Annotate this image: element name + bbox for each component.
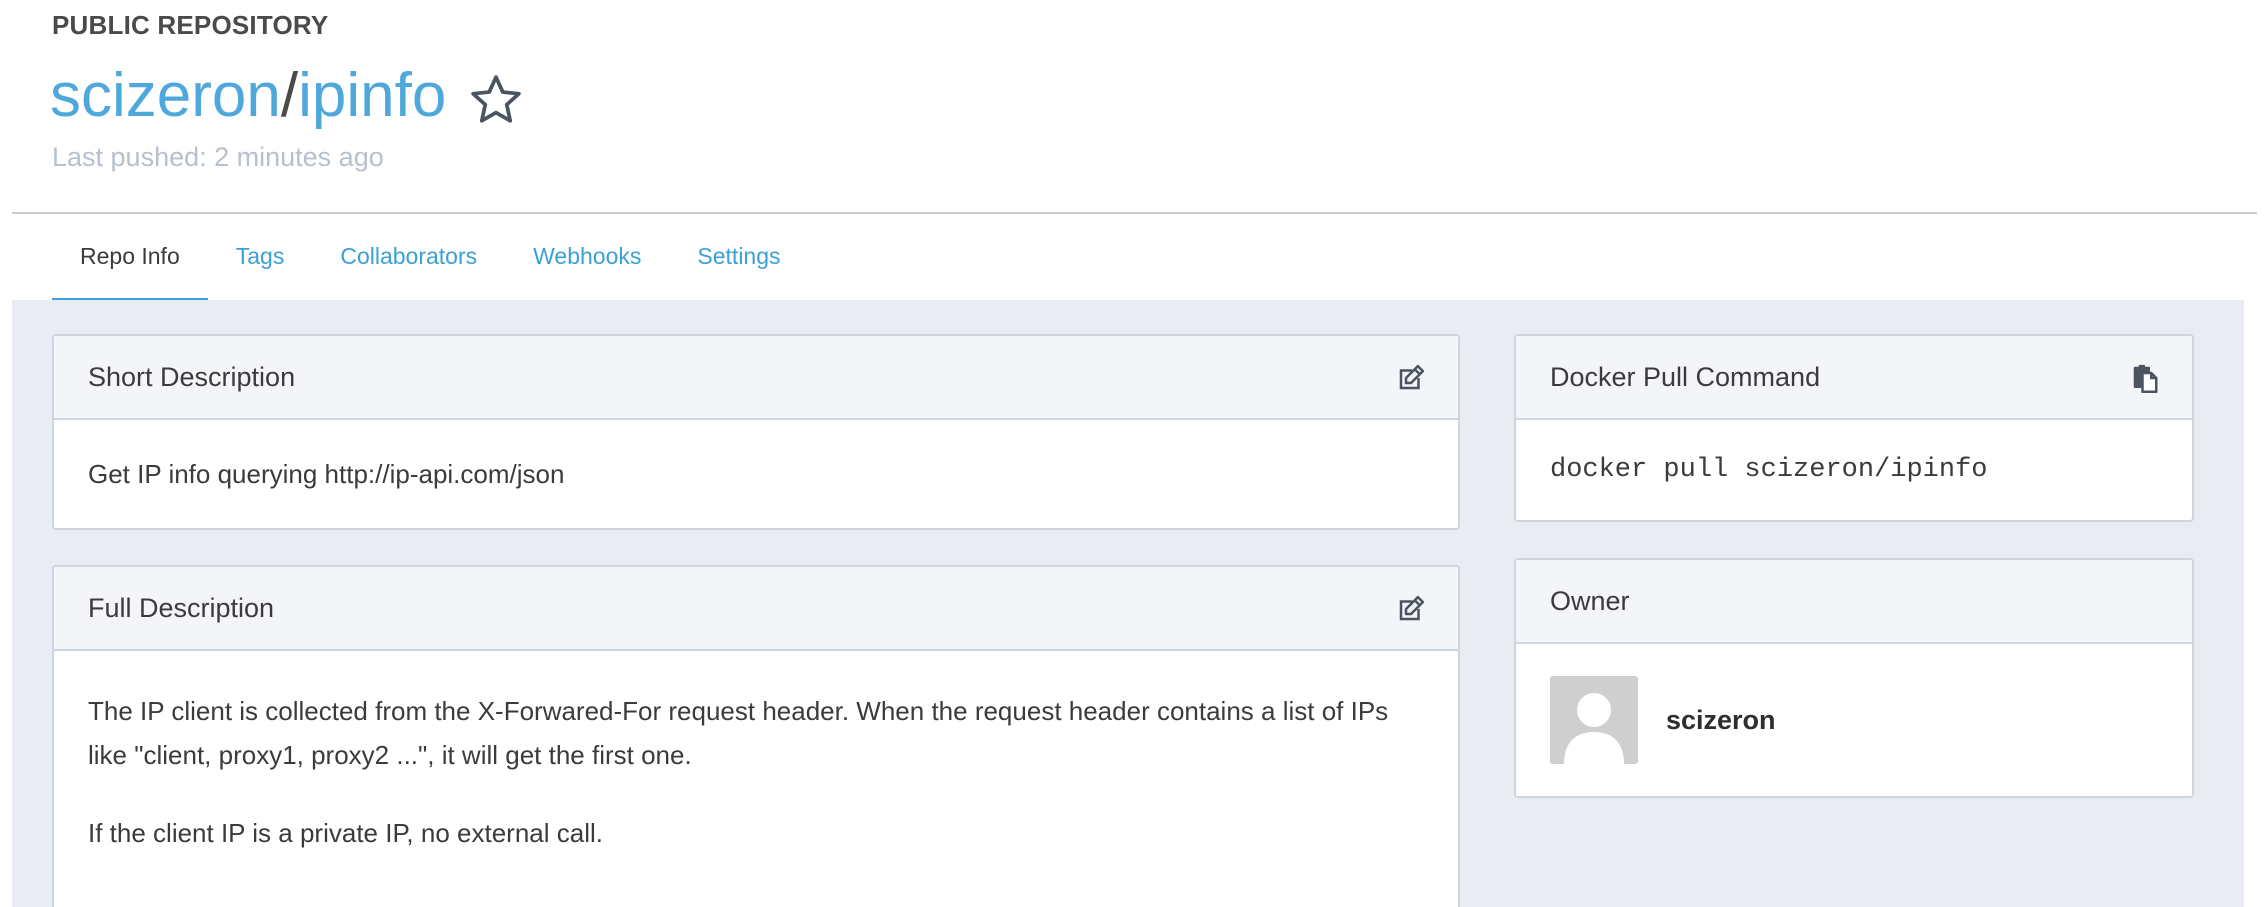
full-description-paragraph: The IP client is collected from the X-Fo…: [88, 696, 1389, 770]
tab-collaborators[interactable]: Collaborators: [312, 214, 505, 298]
docker-pull-command-header: Docker Pull Command: [1516, 336, 2192, 420]
full-description-header: Full Description: [54, 567, 1458, 651]
edit-icon[interactable]: [1396, 363, 1426, 393]
short-description-title: Short Description: [88, 362, 296, 392]
owner-name-link[interactable]: scizeron: [1666, 705, 1776, 736]
tab-webhooks[interactable]: Webhooks: [505, 214, 669, 298]
repo-header: PUBLIC REPOSITORY scizeron / ipinfo Last p…: [12, 0, 2257, 214]
clipboard-icon[interactable]: [2130, 363, 2160, 393]
full-description-panel: Full Description The IP client is collec…: [52, 565, 1460, 907]
owner-panel: Owner scizeron: [1514, 558, 2194, 798]
repo-title-separator: /: [280, 61, 299, 130]
full-description-paragraph: If the client IP is a private IP, no ext…: [88, 818, 603, 848]
short-description-panel: Short Description Get IP info querying h…: [52, 334, 1460, 530]
docker-pull-command-panel: Docker Pull Command docker pull scizeron…: [1514, 334, 2194, 522]
avatar[interactable]: [1550, 676, 1638, 764]
full-description-body: The IP client is collected from the X-Fo…: [54, 651, 1458, 855]
repo-info-content: Short Description Get IP info querying h…: [12, 300, 2244, 907]
owner-title: Owner: [1550, 586, 1630, 616]
repo-tabs: Repo Info Tags Collaborators Webhooks Se…: [52, 214, 809, 301]
owner-header: Owner: [1516, 560, 2192, 644]
repo-visibility-label: PUBLIC REPOSITORY: [52, 10, 329, 40]
repo-title: scizeron / ipinfo: [50, 56, 524, 136]
full-description-title: Full Description: [88, 593, 275, 623]
docker-pull-command-text[interactable]: docker pull scizeron/ipinfo: [1516, 420, 2192, 520]
short-description-header: Short Description: [54, 336, 1458, 420]
short-description-text: Get IP info querying http://ip-api.com/j…: [88, 459, 565, 489]
edit-icon[interactable]: [1396, 594, 1426, 624]
tab-tags[interactable]: Tags: [208, 214, 313, 298]
tab-settings[interactable]: Settings: [669, 214, 808, 298]
repository-page: PUBLIC REPOSITORY scizeron / ipinfo Last p…: [0, 0, 2268, 907]
docker-pull-command-title: Docker Pull Command: [1550, 362, 1821, 392]
repo-name-link[interactable]: ipinfo: [298, 56, 446, 136]
repo-namespace-link[interactable]: scizeron: [50, 56, 281, 136]
owner-body: scizeron: [1516, 644, 2192, 796]
last-pushed-timestamp: Last pushed: 2 minutes ago: [52, 142, 384, 172]
tab-repo-info[interactable]: Repo Info: [52, 214, 208, 301]
star-icon[interactable]: [468, 68, 524, 124]
